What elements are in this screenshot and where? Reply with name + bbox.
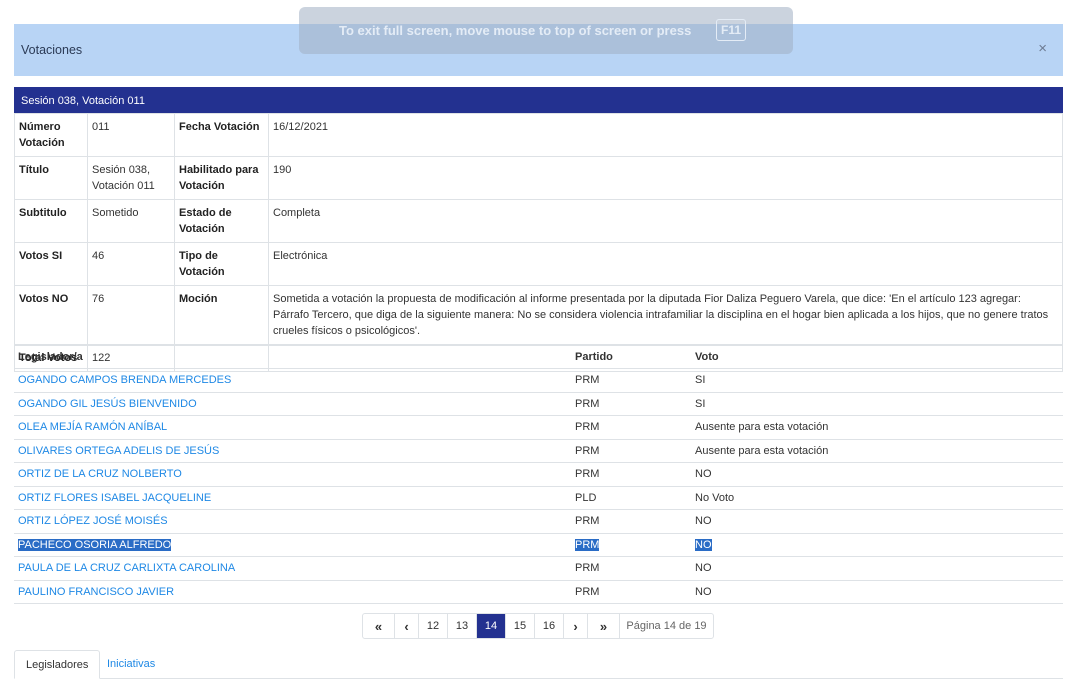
votos-si-value: 46 xyxy=(87,242,175,286)
table-row: ORTIZ DE LA CRUZ NOLBERTO PRM NO xyxy=(14,462,1063,487)
table-row: OGANDO CAMPOS BRENDA MERCEDES PRM SI xyxy=(14,368,1063,393)
subtitulo-label: Subtitulo xyxy=(14,199,88,243)
last-page-icon[interactable]: » xyxy=(588,614,620,638)
party-cell: PRM xyxy=(575,538,600,551)
vote-cell: Ausente para esta votación xyxy=(691,415,1063,440)
votos-no-label: Votos NO xyxy=(14,285,88,345)
legislator-link[interactable]: OGANDO CAMPOS BRENDA MERCEDES xyxy=(18,374,231,386)
titulo-value: Sesión 038, Votación 011 xyxy=(87,156,175,200)
legislator-link[interactable]: OLIVARES ORTEGA ADELIS DE JESÚS xyxy=(18,445,219,457)
party-cell: PRM xyxy=(571,580,691,604)
table-row: OLIVARES ORTEGA ADELIS DE JESÚS PRM Ause… xyxy=(14,439,1063,463)
page-button[interactable]: 15 xyxy=(506,614,535,638)
subtitulo-value: Sometido xyxy=(87,199,175,243)
vote-details-table: Número Votación 011 Fecha Votación 16/12… xyxy=(14,113,1063,372)
legislator-link[interactable]: OGANDO GIL JESÚS BIENVENIDO xyxy=(18,398,197,410)
mocion-label: Moción xyxy=(174,285,269,345)
numero-value: 011 xyxy=(87,113,175,157)
vote-cell: NO xyxy=(691,462,1063,487)
habilitado-label: Habilitado para Votación xyxy=(174,156,269,200)
details-row: Número Votación 011 Fecha Votación 16/12… xyxy=(14,113,1063,157)
bottom-tabs: Legisladores Iniciativas xyxy=(14,650,1063,679)
tipo-label: Tipo de Votación xyxy=(174,242,269,286)
estado-value: Completa xyxy=(268,199,1063,243)
party-cell: PRM xyxy=(571,556,691,581)
next-page-icon[interactable]: › xyxy=(564,614,588,638)
estado-label: Estado de Votación xyxy=(174,199,269,243)
tipo-value: Electrónica xyxy=(268,242,1063,286)
habilitado-value: 190 xyxy=(268,156,1063,200)
vote-cell: SI xyxy=(691,392,1063,416)
table-row: OLEA MEJÍA RAMÓN ANÍBAL PRM Ausente para… xyxy=(14,415,1063,440)
legislator-link[interactable]: ORTIZ LÓPEZ JOSÉ MOISÉS xyxy=(18,515,168,527)
table-row: ORTIZ FLORES ISABEL JACQUELINE PLD No Vo… xyxy=(14,486,1063,510)
details-row: Votos NO 76 Moción Sometida a votación l… xyxy=(14,285,1063,345)
table-row-selected: PACHECO OSORIA ALFREDO PRM NO xyxy=(14,533,1063,557)
prev-page-icon[interactable]: ‹ xyxy=(395,614,419,638)
modal-title: Votaciones xyxy=(21,43,83,57)
party-cell: PRM xyxy=(571,368,691,393)
column-header-party: Partido xyxy=(571,345,691,369)
page-button[interactable]: 16 xyxy=(535,614,564,638)
table-row: PAULA DE LA CRUZ CARLIXTA CAROLINA PRM N… xyxy=(14,556,1063,581)
fullscreen-notice: To exit full screen, move mouse to top o… xyxy=(299,7,793,54)
vote-cell: NO xyxy=(691,556,1063,581)
legislator-link[interactable]: PAULA DE LA CRUZ CARLIXTA CAROLINA xyxy=(18,562,235,574)
party-cell: PRM xyxy=(571,439,691,463)
legislator-link[interactable]: ORTIZ DE LA CRUZ NOLBERTO xyxy=(18,468,182,480)
column-header-legislator: Legislador/a xyxy=(14,345,571,369)
page-button[interactable]: 13 xyxy=(448,614,477,638)
numero-label: Número Votación xyxy=(14,113,88,157)
party-cell: PLD xyxy=(571,486,691,510)
legislator-link[interactable]: PACHECO OSORIA ALFREDO xyxy=(18,538,172,551)
details-row: Subtitulo Sometido Estado de Votación Co… xyxy=(14,199,1063,243)
f11-key-badge: F11 xyxy=(716,19,747,41)
details-row: Título Sesión 038, Votación 011 Habilita… xyxy=(14,156,1063,200)
vote-cell: NO xyxy=(695,538,712,551)
vote-cell: NO xyxy=(691,580,1063,604)
page-button[interactable]: 12 xyxy=(419,614,448,638)
vote-cell: SI xyxy=(691,368,1063,393)
fullscreen-notice-text: To exit full screen, move mouse to top o… xyxy=(339,23,692,38)
tab-iniciativas[interactable]: Iniciativas xyxy=(96,650,166,679)
mocion-value: Sometida a votación la propuesta de modi… xyxy=(268,285,1063,345)
fecha-value: 16/12/2021 xyxy=(268,113,1063,157)
tab-legisladores[interactable]: Legisladores xyxy=(14,650,101,679)
votos-si-label: Votos SI xyxy=(14,242,88,286)
legislator-link[interactable]: ORTIZ FLORES ISABEL JACQUELINE xyxy=(18,492,211,504)
fecha-label: Fecha Votación xyxy=(174,113,269,157)
details-row: Votos SI 46 Tipo de Votación Electrónica xyxy=(14,242,1063,286)
legislator-link[interactable]: PAULINO FRANCISCO JAVIER xyxy=(18,586,174,598)
session-title-bar: Sesión 038, Votación 011 xyxy=(14,87,1063,113)
table-row: OGANDO GIL JESÚS BIENVENIDO PRM SI xyxy=(14,392,1063,416)
vote-cell: NO xyxy=(691,509,1063,534)
party-cell: PRM xyxy=(571,509,691,534)
party-cell: PRM xyxy=(571,415,691,440)
first-page-icon[interactable]: « xyxy=(363,614,395,638)
column-header-vote: Voto xyxy=(691,345,1063,369)
table-row: ORTIZ LÓPEZ JOSÉ MOISÉS PRM NO xyxy=(14,509,1063,534)
close-icon[interactable]: × xyxy=(1038,40,1047,57)
legislator-link[interactable]: OLEA MEJÍA RAMÓN ANÍBAL xyxy=(18,421,167,433)
party-cell: PRM xyxy=(571,462,691,487)
votos-no-value: 76 xyxy=(87,285,175,345)
page-button-current[interactable]: 14 xyxy=(477,614,506,638)
vote-cell: No Voto xyxy=(691,486,1063,510)
vote-cell: Ausente para esta votación xyxy=(691,439,1063,463)
titulo-label: Título xyxy=(14,156,88,200)
table-row: PAULINO FRANCISCO JAVIER PRM NO xyxy=(14,580,1063,604)
pagination: « ‹ 12 13 14 15 16 › » Página 14 de 19 xyxy=(362,613,714,639)
party-cell: PRM xyxy=(571,392,691,416)
page-info: Página 14 de 19 xyxy=(626,620,707,632)
legislators-table: Legislador/a Partido Voto OGANDO CAMPOS … xyxy=(14,345,1063,604)
